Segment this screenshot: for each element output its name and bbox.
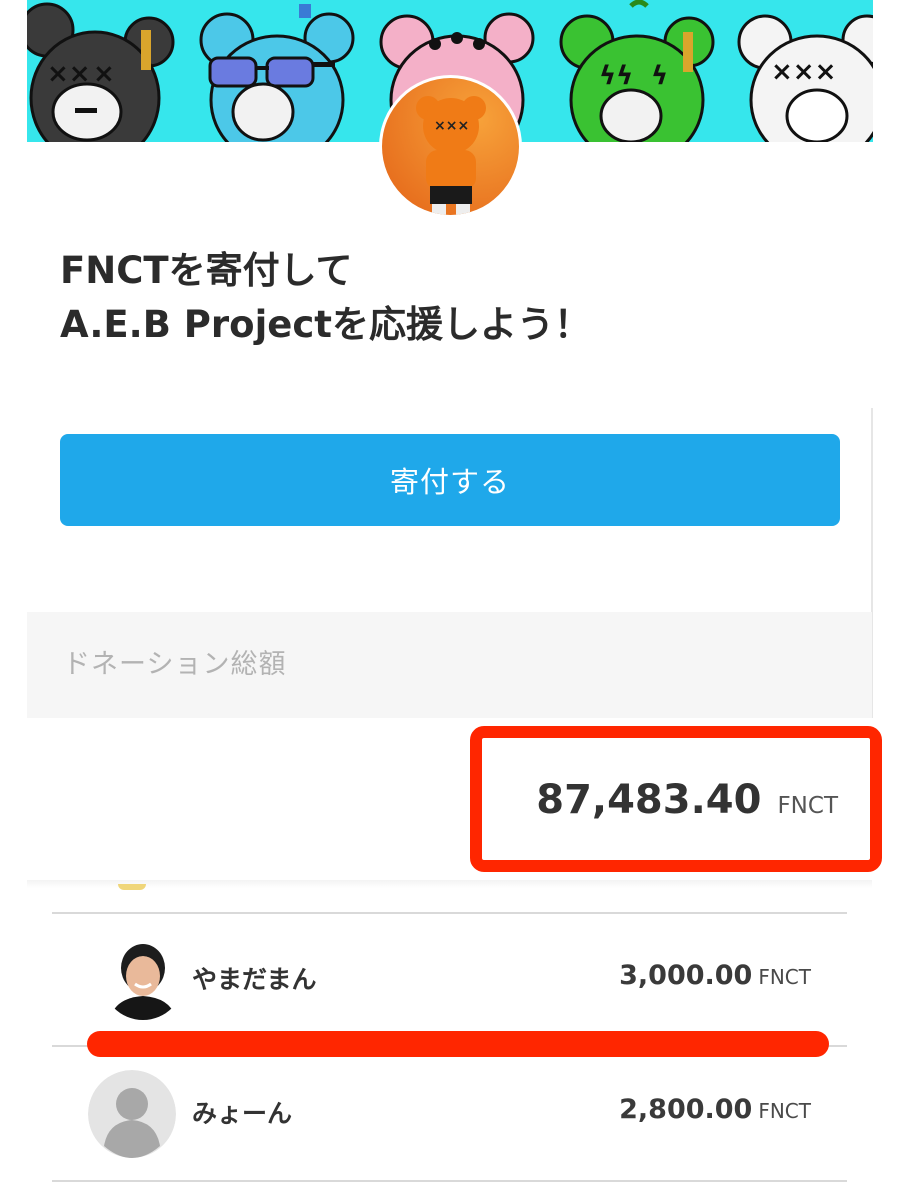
donor-amount-value: 3,000.00 FNCT — [619, 960, 811, 991]
donor-row-myon[interactable]: みょーん 2,800.00 FNCT — [52, 1048, 847, 1178]
scrolled-row-edge — [27, 880, 872, 888]
user-photo-avatar — [102, 938, 184, 1020]
project-avatar-image: ××× — [382, 78, 519, 215]
donor-amount: 3,000.00 — [619, 960, 753, 991]
heading-line-2: A.E.B Projectを応援しよう！ — [60, 303, 591, 346]
donation-total-label: ドネーション総額 — [63, 649, 287, 680]
donation-page: ×× × ϟϟ ϟ ××× ××× FNCTを寄付して A.E.B Projec… — [0, 0, 900, 1200]
donor-name: やまだまん — [192, 965, 317, 994]
svg-text:×××: ××× — [434, 118, 469, 134]
svg-text:×××: ××× — [771, 57, 836, 87]
donor-amount: 2,800.00 — [619, 1094, 753, 1125]
default-user-icon — [88, 1070, 176, 1158]
donor-row-yamadaman[interactable]: やまだまん 3,000.00 FNCT — [52, 914, 847, 1044]
donor-amount-unit: FNCT — [758, 965, 811, 989]
donor-amount-value: 2,800.00 FNCT — [619, 1094, 811, 1125]
list-divider — [52, 1180, 847, 1182]
heading-line-1: FNCTを寄付して — [60, 249, 353, 292]
svg-text:ϟϟ: ϟϟ — [599, 61, 633, 91]
svg-text:ϟ: ϟ — [651, 61, 668, 91]
donor-name: みょーん — [192, 1099, 293, 1128]
donation-total-amount: 87,483.40 — [536, 777, 762, 823]
donate-button[interactable]: 寄付する — [60, 434, 840, 526]
donation-total-section: ドネーション総額 — [27, 612, 872, 718]
scrolled-avatar-edge — [118, 884, 146, 890]
donation-total-unit: FNCT — [777, 793, 838, 819]
donor-amount-unit: FNCT — [758, 1099, 811, 1123]
donation-total-value: 87,483.40 FNCT — [536, 777, 838, 823]
donation-heading: FNCTを寄付して A.E.B Projectを応援しよう！ — [60, 244, 840, 352]
